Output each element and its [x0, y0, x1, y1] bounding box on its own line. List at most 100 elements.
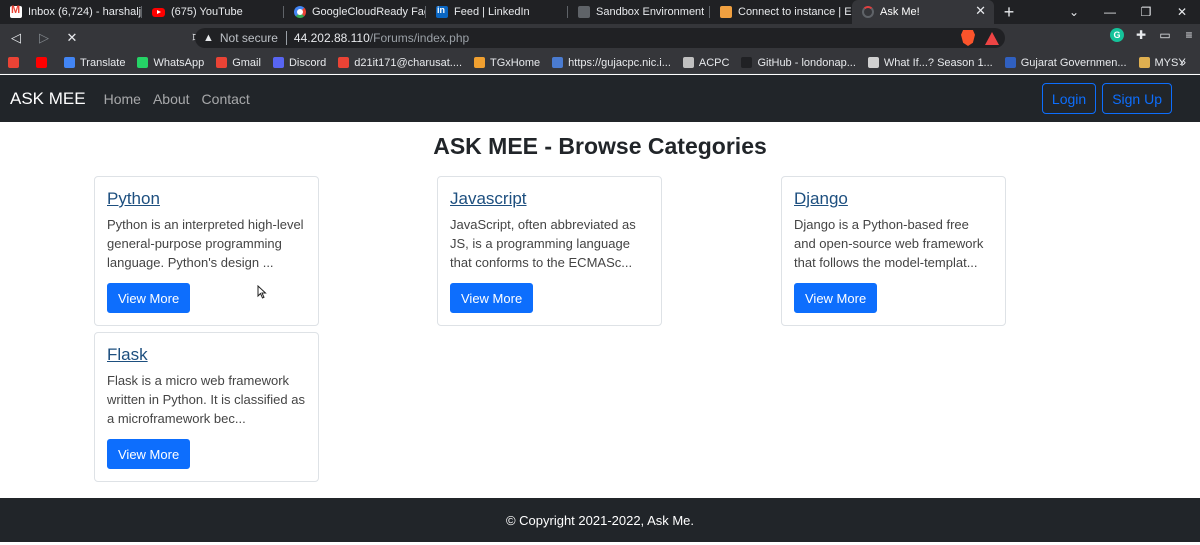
bookmark-label: Gujarat Governmen...	[1020, 56, 1127, 69]
bookmark-item[interactable]: Gmail	[216, 57, 261, 69]
brave-rewards-icon[interactable]	[985, 31, 999, 45]
copyright-text: © Copyright 2021-2022, Ask Me.	[505, 512, 695, 528]
view-more-button[interactable]: View More	[107, 439, 191, 469]
category-title-link[interactable]: Python	[107, 189, 306, 209]
category-description: Python is an interpreted high-level gene…	[107, 217, 304, 270]
more-bookmarks-icon[interactable]: »	[1179, 55, 1186, 69]
site-icon	[552, 57, 564, 68]
tgx-icon	[474, 57, 486, 68]
youtube-icon	[36, 57, 47, 68]
gmail-icon	[216, 57, 228, 68]
forward-icon[interactable]: ▷	[32, 26, 56, 50]
new-tab-button[interactable]: +	[994, 0, 1024, 24]
menu-icon[interactable]: ≡	[1182, 28, 1196, 42]
discord-icon	[272, 57, 284, 68]
bookmark-item[interactable]: TGxHome	[474, 57, 540, 69]
category-card: Javascript JavaScript, often abbreviated…	[437, 176, 662, 326]
category-description: JavaScript, often abbreviated as JS, is …	[450, 217, 636, 270]
mouse-cursor-icon	[257, 285, 267, 299]
close-tab-icon[interactable]: ✕	[975, 3, 986, 19]
category-title-link[interactable]: Django	[794, 189, 993, 209]
category-title-link[interactable]: Javascript	[450, 189, 649, 209]
back-icon[interactable]: ◁	[4, 26, 28, 50]
view-more-button[interactable]: View More	[107, 283, 191, 313]
stop-loading-icon[interactable]: ✕	[60, 26, 84, 50]
translate-icon	[64, 57, 75, 68]
site-brand[interactable]: ASK MEE	[10, 89, 86, 109]
tab-title: Connect to instance | EC2 Management	[738, 6, 852, 18]
tab-title: Sandbox Environment	[596, 6, 705, 18]
bookmark-item[interactable]: Translate	[64, 57, 125, 69]
aws-icon	[720, 6, 732, 18]
divider	[285, 31, 287, 45]
close-window-icon[interactable]: ✕	[1164, 5, 1200, 19]
bookmark-item[interactable]: What If...? Season 1...	[867, 56, 993, 69]
wallet-icon[interactable]: ▭	[1158, 28, 1172, 42]
whatsapp-icon	[137, 57, 149, 68]
nav-link-contact[interactable]: Contact	[202, 91, 250, 107]
bookmark-label: WhatsApp	[153, 56, 205, 69]
minimize-icon[interactable]: —	[1092, 5, 1128, 19]
tab-title: Inbox (6,724) - harshaljethwa	[28, 6, 142, 18]
bookmark-item[interactable]: https://gujacpc.nic.i...	[552, 57, 671, 69]
bookmark-item[interactable]: ACPC	[682, 56, 730, 69]
linkedin-icon	[436, 5, 448, 18]
bookmark-item[interactable]: d21it171@charusat....	[338, 57, 462, 69]
bookmark-label: Translate	[80, 56, 126, 69]
browser-tab[interactable]: Connect to instance | EC2 Management	[710, 0, 852, 24]
extensions-icon[interactable]: ✚	[1134, 28, 1148, 42]
auth-buttons: Login Sign Up	[1041, 83, 1172, 114]
browser-tab[interactable]: Sandbox Environment	[568, 0, 710, 24]
bookmark-label: Discord	[288, 56, 327, 69]
bookmark-label: d21it171@charusat....	[354, 56, 463, 69]
maximize-icon[interactable]: ❐	[1128, 5, 1164, 19]
google-icon	[294, 6, 306, 18]
browser-tab-active[interactable]: Ask Me! ✕	[852, 0, 994, 24]
bookmark-item[interactable]: Gujarat Governmen...	[1004, 56, 1127, 69]
nav-link-about[interactable]: About	[153, 91, 190, 107]
bookmark-item[interactable]: Discord	[272, 56, 327, 69]
url-path: /Forums/index.php	[369, 31, 470, 45]
gmail-icon	[8, 57, 19, 68]
loading-icon	[862, 6, 874, 18]
grammarly-icon[interactable]: G	[1110, 28, 1124, 42]
gmail-icon	[10, 4, 22, 18]
bookmark-label: ACPC	[698, 56, 730, 69]
sandbox-icon	[578, 6, 590, 18]
browser-tab[interactable]: GoogleCloudReady Facilitator	[284, 0, 426, 24]
bookmark-label: TGxHome	[490, 56, 541, 69]
bookmark-label: What If...? Season 1...	[883, 56, 993, 69]
whatif-icon	[867, 57, 879, 68]
gmail-icon	[338, 57, 350, 68]
brave-shields-icon[interactable]	[961, 30, 975, 46]
category-card: Flask Flask is a micro web framework wri…	[94, 332, 319, 482]
warning-icon: ▲	[203, 32, 214, 44]
browser-tab[interactable]: Inbox (6,724) - harshaljethwa	[0, 0, 142, 24]
tab-title: Feed | LinkedIn	[454, 6, 530, 18]
category-description: Flask is a micro web framework written i…	[107, 373, 305, 426]
bookmark-label: GitHub - londonap...	[757, 56, 856, 69]
omnibox-actions	[961, 30, 999, 46]
browser-tab[interactable]: (675) YouTube	[142, 0, 284, 24]
site-navbar: ASK MEE Home About Contact Login Sign Up	[0, 75, 1200, 122]
signup-button[interactable]: Sign Up	[1102, 83, 1172, 114]
view-more-button[interactable]: View More	[794, 283, 878, 313]
bookmarks-bar: Translate WhatsApp Gmail Discord d21it171@ch…	[0, 52, 1200, 74]
category-card: Python Python is an interpreted high-lev…	[94, 176, 319, 326]
bookmark-label: Gmail	[232, 56, 261, 69]
url-host: 44.202.88.110	[293, 31, 370, 45]
tab-search-icon[interactable]: ⌄	[1056, 5, 1092, 19]
browser-toolbar: ◁ ▷ ✕ ⌑ ▲ Not secure 44.202.88.110 /Foru…	[0, 24, 1200, 52]
bookmark-item[interactable]: WhatsApp	[137, 57, 204, 69]
bookmark-item[interactable]: GitHub - londonap...	[741, 56, 856, 69]
login-button[interactable]: Login	[1041, 83, 1097, 114]
view-more-button[interactable]: View More	[450, 283, 534, 313]
bookmark-item[interactable]	[36, 57, 52, 68]
nav-link-home[interactable]: Home	[104, 91, 141, 107]
category-card: Django Django is a Python-based free and…	[781, 176, 1006, 326]
bookmark-label: https://gujacpc.nic.i...	[568, 56, 671, 69]
category-title-link[interactable]: Flask	[107, 345, 306, 365]
bookmark-item[interactable]	[8, 57, 24, 68]
address-bar[interactable]: ▲ Not secure 44.202.88.110 /Forums/index…	[195, 28, 1005, 48]
browser-tab[interactable]: Feed | LinkedIn	[426, 0, 568, 24]
